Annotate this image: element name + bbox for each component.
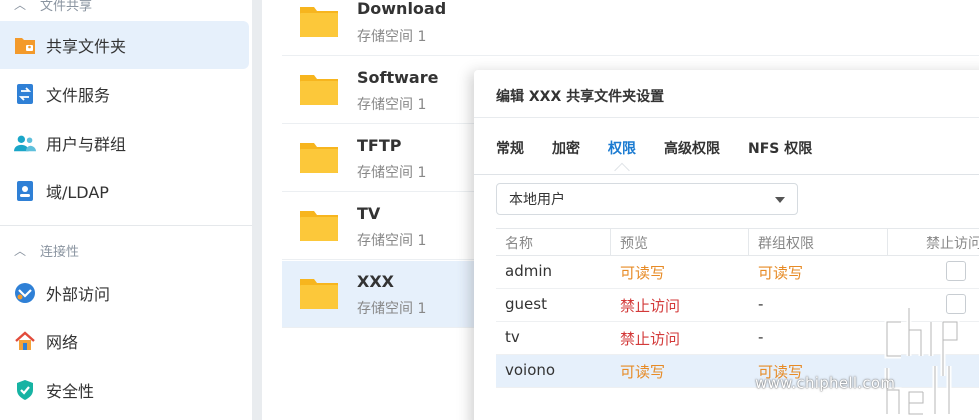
deny-access-checkbox[interactable] (946, 261, 966, 281)
sidebar-item-security[interactable]: 安全性 (0, 366, 249, 414)
list-item[interactable]: Download 存储空间 1 (282, 0, 979, 56)
group-permission: 可读写 (758, 264, 804, 282)
sidebar-item-users-groups[interactable]: 用户与群组 (0, 119, 249, 167)
column-header-name[interactable]: 名称 (505, 233, 533, 253)
shield-icon (14, 379, 36, 401)
user-name: admin (505, 262, 552, 280)
sidebar-item-external-access[interactable]: 外部访问 (0, 269, 249, 317)
dialog-divider (474, 117, 979, 118)
folder-name: Download (357, 0, 447, 18)
table-row[interactable]: admin 可读写 可读写 (496, 256, 979, 289)
folder-name: Software (357, 68, 439, 87)
section-connectivity[interactable]: ︿ 连接性 (0, 238, 252, 262)
folder-icon (300, 211, 338, 241)
caret-down-icon (775, 197, 785, 203)
user-name: voiono (505, 361, 556, 379)
network-icon (14, 330, 36, 352)
file-services-icon (14, 83, 36, 105)
sidebar-scrollbar[interactable] (252, 0, 262, 420)
user-name: tv (505, 328, 520, 346)
chevron-up-icon: ︿ (13, 0, 26, 12)
folder-name: TV (357, 204, 381, 223)
group-permission: - (758, 295, 764, 313)
preview-permission: 可读写 (620, 363, 666, 381)
tab-permissions[interactable]: 权限 (608, 138, 636, 158)
preview-permission: 禁止访问 (620, 330, 681, 348)
preview-permission: 禁止访问 (620, 297, 681, 315)
watermark-url: www.chiphell.com (755, 374, 896, 392)
column-separator (887, 229, 888, 256)
column-header-group-permission[interactable]: 群组权限 (758, 233, 814, 253)
sidebar-item-network[interactable]: 网络 (0, 317, 249, 365)
folder-volume: 存储空间 1 (357, 29, 427, 45)
section-file-sharing[interactable]: ︿ 文件共享 (0, 0, 252, 16)
chevron-up-icon: ︿ (13, 243, 26, 258)
tab-advanced-permissions[interactable]: 高级权限 (664, 138, 720, 158)
folder-icon (300, 7, 338, 37)
column-separator (748, 229, 749, 256)
column-header-preview[interactable]: 预览 (620, 233, 648, 253)
sidebar-divider (0, 225, 252, 226)
tab-general[interactable]: 常规 (496, 138, 524, 158)
dialog-tabs: 常规 加密 权限 高级权限 NFS 权限 (496, 138, 840, 158)
folder-volume: 存储空间 1 (357, 165, 427, 181)
column-header-deny-access[interactable]: 禁止访问 (926, 233, 979, 253)
folder-volume: 存储空间 1 (357, 233, 427, 249)
tab-encryption[interactable]: 加密 (552, 138, 580, 158)
folder-icon (300, 143, 338, 173)
group-permission: - (758, 328, 764, 346)
user-type-select[interactable]: 本地用户 (496, 183, 798, 215)
preview-permission: 可读写 (620, 264, 666, 282)
users-groups-icon (14, 132, 36, 154)
sidebar-item-domain-ldap[interactable]: 域/LDAP (0, 167, 249, 215)
tab-nfs-permissions[interactable]: NFS 权限 (748, 138, 812, 158)
folder-icon (300, 279, 338, 309)
user-name: guest (505, 295, 547, 313)
folder-volume: 存储空间 1 (357, 97, 427, 113)
folder-name: TFTP (357, 136, 402, 155)
sidebar: ︿ 文件共享 共享文件夹 文件服务 用户与群组 域/LDAP ︿ 连接性 外部访 (0, 0, 252, 420)
sidebar-item-file-services[interactable]: 文件服务 (0, 70, 249, 118)
sidebar-item-shared-folder[interactable]: 共享文件夹 (0, 21, 249, 69)
folder-icon (300, 75, 338, 105)
chiphell-logo-watermark (884, 308, 960, 417)
folder-name: XXX (357, 272, 395, 291)
folder-volume: 存储空间 1 (357, 301, 427, 317)
dialog-title: 编辑 XXX 共享文件夹设置 (496, 89, 665, 105)
domain-ldap-icon (14, 180, 36, 202)
external-access-icon (14, 282, 36, 304)
tabs-divider (474, 174, 979, 175)
shared-folder-icon (14, 34, 36, 56)
column-separator (610, 229, 611, 256)
table-header: 名称 预览 群组权限 禁止访问 (496, 228, 979, 256)
